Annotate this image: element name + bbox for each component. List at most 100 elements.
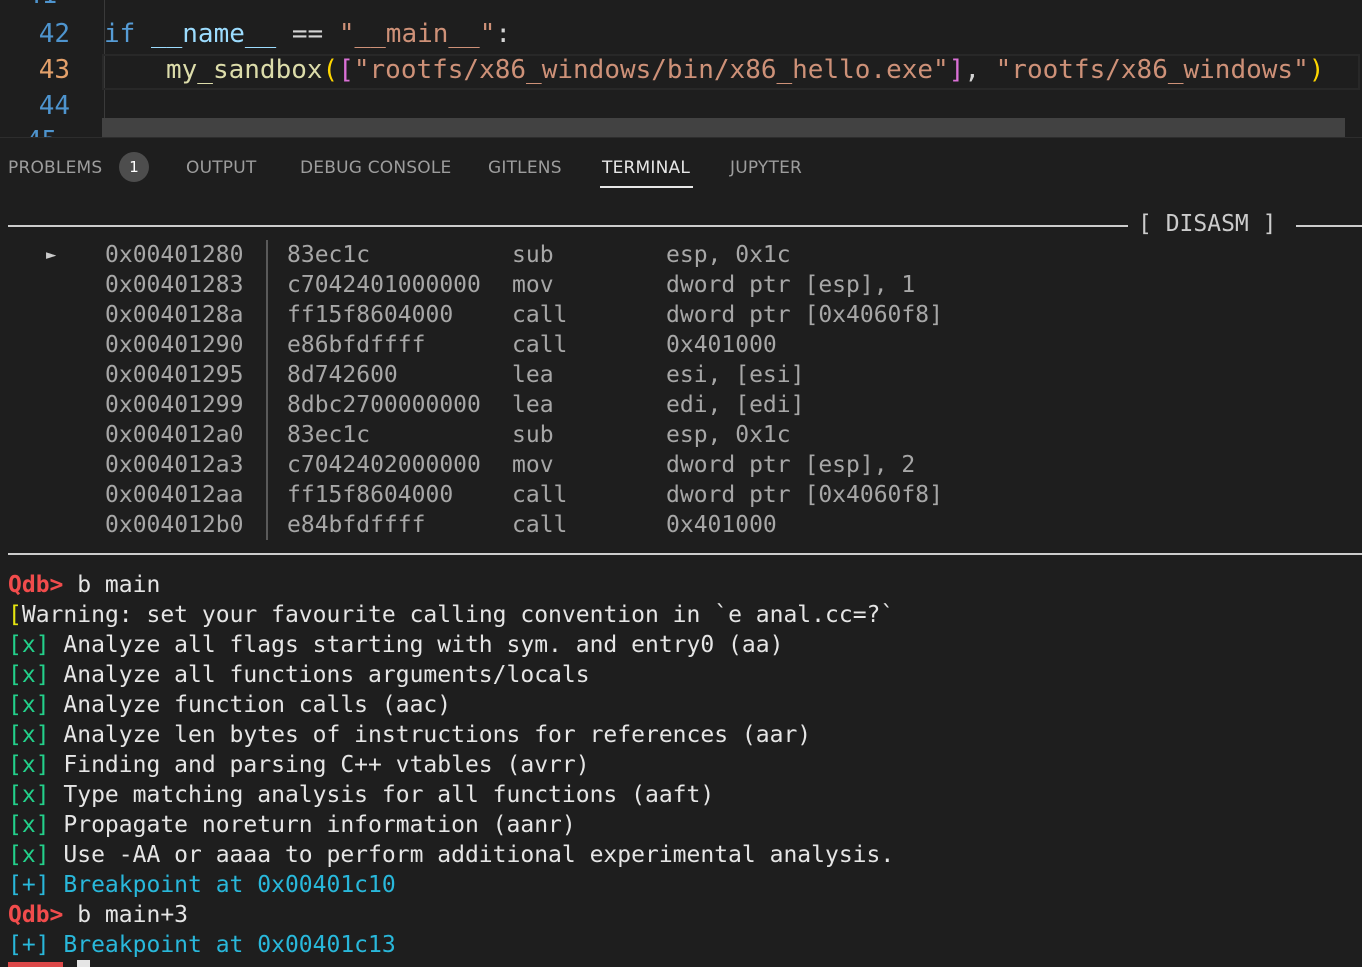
disasm-bytes: c7042401000000 (287, 272, 481, 298)
bracket-close: ] (948, 55, 965, 85)
disasm-bytes: c7042402000000 (287, 452, 481, 478)
breakpoint-text: Breakpoint at 0x00401c13 (49, 932, 396, 958)
function-call: my_sandbox (166, 55, 323, 85)
string-main: "__main__" (338, 19, 496, 49)
breakpoint-line: [+] Breakpoint at 0x00401c13 (8, 930, 396, 960)
warning-bracket: [ (8, 602, 22, 628)
disasm-operands: 0x401000 (666, 512, 777, 538)
disasm-row: 0x004012aa ff15f8604000 call dword ptr [… (0, 480, 1362, 510)
paren-open: ( (322, 55, 339, 85)
disasm-row: 0x004012a0 83ec1c sub esp, 0x1c (0, 420, 1362, 450)
disasm-address: 0x00401290 (105, 332, 244, 358)
analysis-text: Use -AA or aaaa to perform additional ex… (49, 842, 895, 868)
check-mark: [x] (8, 812, 50, 838)
code-line-42[interactable]: if __name__ == "__main__": (104, 16, 511, 52)
disasm-rule-left (8, 225, 1128, 227)
disasm-address: 0x00401283 (105, 272, 244, 298)
comma: , (964, 55, 980, 85)
active-tab-indicator (600, 186, 693, 188)
analysis-text: Finding and parsing C++ vtables (avrr) (49, 752, 590, 778)
command-text: b main (63, 572, 161, 598)
terminal-cursor[interactable] (77, 960, 90, 967)
disasm-address: 0x004012a3 (105, 452, 244, 478)
disasm-mnemonic: call (512, 482, 568, 508)
disasm-mnemonic: lea (512, 362, 554, 388)
disasm-operands: esi, [esi] (666, 362, 805, 388)
tab-output[interactable]: OUTPUT (186, 158, 257, 178)
analysis-text: Propagate noreturn information (aanr) (49, 812, 576, 838)
analysis-line: [x] Analyze all flags starting with sym.… (8, 630, 783, 660)
disasm-header: [ DISASM ] (1138, 211, 1277, 237)
analysis-line: [x] Use -AA or aaaa to perform additiona… (8, 840, 894, 870)
tab-problems[interactable]: PROBLEMS (8, 158, 102, 178)
disasm-address: 0x00401280 (105, 242, 244, 268)
disasm-mnemonic: call (512, 512, 568, 538)
analysis-line: [x] Type matching analysis for all funct… (8, 780, 714, 810)
string-rootfs: "rootfs/x86_windows" (995, 55, 1309, 85)
check-mark: [x] (8, 632, 50, 658)
tab-gitlens[interactable]: GITLENS (488, 158, 562, 178)
keyword-if: if (104, 19, 136, 49)
code-line-43[interactable]: my_sandbox(["rootfs/x86_windows/bin/x86_… (166, 52, 1324, 88)
disasm-operands: dword ptr [0x4060f8] (666, 482, 943, 508)
plus-mark: [+] (8, 932, 50, 958)
plus-mark: [+] (8, 872, 50, 898)
disasm-mnemonic: call (512, 302, 568, 328)
qdb-prompt: Qdb> (8, 902, 64, 928)
terminal-command-line: Qdb> b main (8, 570, 160, 600)
disasm-mnemonic: sub (512, 242, 554, 268)
qdb-prompt: Qdb> (8, 572, 64, 598)
analysis-text: Analyze len bytes of instructions for re… (49, 722, 812, 748)
breakpoint-text: Breakpoint at 0x00401c10 (49, 872, 396, 898)
disasm-address: 0x004012aa (105, 482, 244, 508)
dunder-name: __name__ (150, 19, 277, 49)
disasm-mnemonic: mov (512, 272, 554, 298)
check-mark: [x] (8, 662, 50, 688)
panel-tab-bar: PROBLEMS OUTPUT DEBUG CONSOLE GITLENS TE… (0, 137, 1362, 196)
disasm-row: 0x00401299 8dbc2700000000 lea edi, [edi] (0, 390, 1362, 420)
check-mark: [x] (8, 752, 50, 778)
check-mark: [x] (8, 842, 50, 868)
line-number: 44 (38, 91, 70, 121)
paren-close: ) (1308, 55, 1325, 85)
horizontal-scrollbar[interactable] (102, 118, 1345, 137)
disasm-row: 0x00401290 e86bfdffff call 0x401000 (0, 330, 1362, 360)
tab-debug-console[interactable]: DEBUG CONSOLE (300, 158, 451, 178)
check-mark: [x] (8, 782, 50, 808)
disasm-mnemonic: call (512, 332, 568, 358)
disasm-bytes: ff15f8604000 (287, 302, 454, 328)
disasm-row: 0x0040128a ff15f8604000 call dword ptr [… (0, 300, 1362, 330)
line-number: 42 (38, 19, 70, 49)
analysis-line: [x] Propagate noreturn information (aanr… (8, 810, 576, 840)
disasm-address: 0x00401299 (105, 392, 244, 418)
check-mark: [x] (8, 722, 50, 748)
current-instruction-arrow-icon: ► (46, 245, 57, 265)
disasm-row-current: ► 0x00401280 83ec1c sub esp, 0x1c (0, 240, 1362, 270)
disasm-address: 0x00401295 (105, 362, 244, 388)
tab-jupyter[interactable]: JUPYTER (730, 158, 802, 178)
disasm-rule-right (1296, 225, 1362, 227)
line-number-45-partial: 45 (26, 128, 57, 137)
code-editor[interactable]: 41 42 if __name__ == "__main__": 43 my_s… (0, 0, 1362, 137)
disasm-bytes: 83ec1c (287, 242, 371, 268)
string-exe-path: "rootfs/x86_windows/bin/x86_hello.exe" (353, 55, 949, 85)
disasm-row: 0x004012b0 e84bfdffff call 0x401000 (0, 510, 1362, 540)
operator-eq: == (291, 19, 324, 49)
analysis-text: Type matching analysis for all functions… (49, 782, 715, 808)
analysis-text: Analyze all functions arguments/locals (49, 662, 590, 688)
disasm-operands: dword ptr [0x4060f8] (666, 302, 943, 328)
disasm-mnemonic: sub (512, 422, 554, 448)
terminal-command-line: Qdb> b main+3 (8, 900, 188, 930)
warning-text: Warning: set your favourite calling conv… (21, 602, 895, 628)
bracket-open: [ (338, 55, 354, 85)
disasm-operands: esp, 0x1c (666, 422, 791, 448)
disasm-row: 0x00401283 c7042401000000 mov dword ptr … (0, 270, 1362, 300)
disasm-operands: edi, [edi] (666, 392, 805, 418)
command-text: b main+3 (63, 902, 189, 928)
disasm-bytes: 83ec1c (287, 422, 371, 448)
analysis-text: Analyze all flags starting with sym. and… (49, 632, 784, 658)
disasm-bytes: 8d742600 (287, 362, 398, 388)
disasm-operands: 0x401000 (666, 332, 777, 358)
tab-terminal[interactable]: TERMINAL (602, 158, 690, 178)
check-mark: [x] (8, 692, 50, 718)
